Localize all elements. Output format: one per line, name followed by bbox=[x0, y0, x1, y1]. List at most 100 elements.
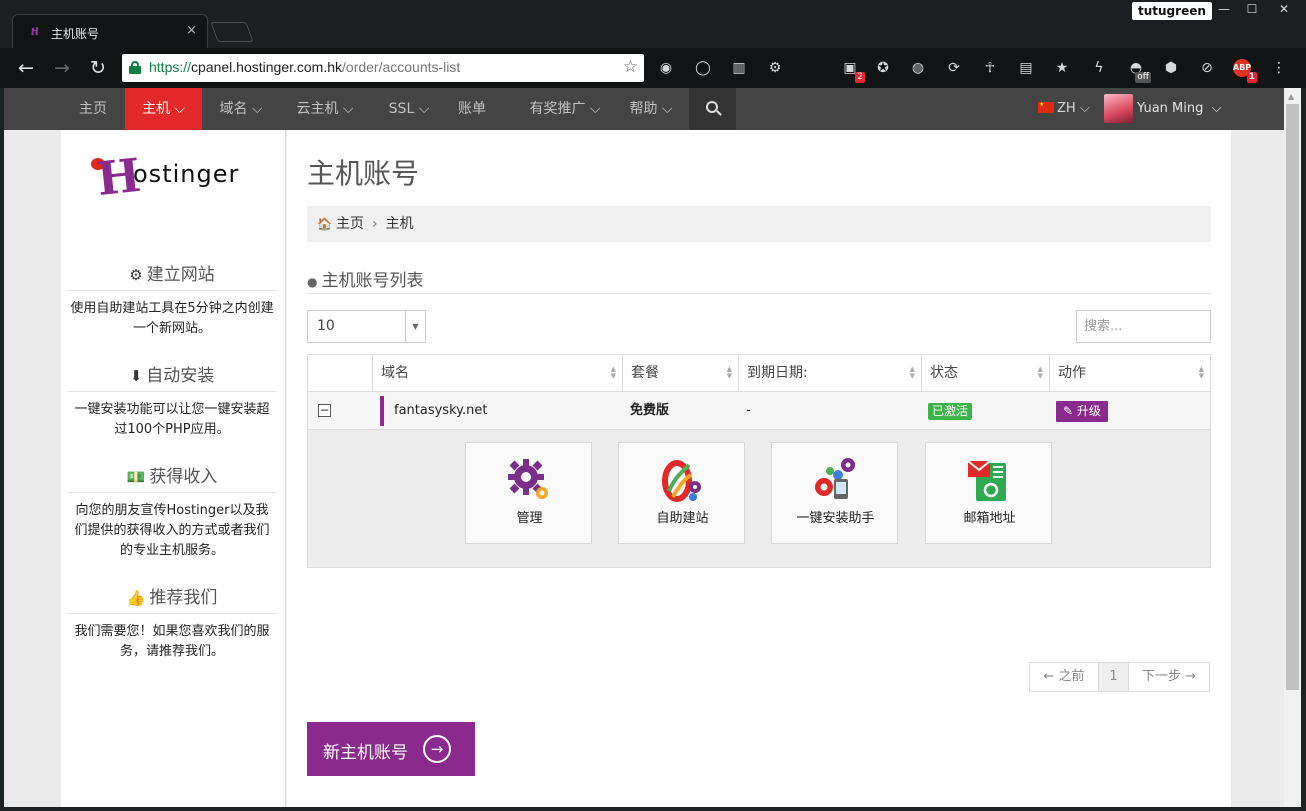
tile-manage[interactable]: 管理 bbox=[465, 442, 592, 544]
forward-icon[interactable]: → bbox=[50, 56, 74, 80]
site-navbar: 主页 主机 ⌵ 域名 ⌵ 云主机 ⌵ SSL ⌵ 账单 有奖推广 ⌵ 帮助 ⌵ … bbox=[4, 88, 1284, 136]
upgrade-button[interactable]: ✎ 升级 bbox=[1056, 401, 1108, 422]
maximize-icon[interactable]: ☐ bbox=[1238, 0, 1266, 20]
minimize-icon[interactable]: — bbox=[1210, 0, 1238, 20]
sidebar-heading: 获得收入 bbox=[149, 467, 218, 487]
main-content: 主机账号 🏠 主页 › 主机 ●主机账号列表 10 ▼ 域名▲▼ 套餐▲▼ 到期日期:… bbox=[287, 130, 1231, 807]
sort-icon: ▲ ▼ bbox=[726, 365, 732, 380]
lightbulb-icon[interactable]: ◍ bbox=[909, 59, 927, 77]
cell-plan: 免费版 bbox=[630, 403, 670, 418]
table-search[interactable] bbox=[1076, 310, 1211, 343]
settings-ext-icon[interactable]: ⚙ bbox=[766, 59, 784, 77]
breadcrumb: 🏠 主页 › 主机 bbox=[307, 206, 1211, 242]
extension-badge: off bbox=[1135, 72, 1151, 83]
nav-home[interactable]: 主页 bbox=[64, 88, 122, 130]
tile-label: 自助建站 bbox=[656, 511, 709, 526]
bolt-icon[interactable]: ϟ bbox=[1090, 59, 1108, 77]
sidebar-block-build-site: ⚙ 建立网站 使用自助建站工具在5分钟之内创建一个新网站。 bbox=[67, 264, 277, 339]
sidebar-block-earn: 💵 获得收入 向您的朋友宣传Hostinger以及我们提供的获得收入的方式或者我们… bbox=[67, 466, 277, 561]
tile-autoinstaller[interactable]: 一键安装助手 bbox=[771, 442, 898, 544]
sidebar-text: 向您的朋友宣传Hostinger以及我们提供的获得收入的方式或者我们的专业主机服… bbox=[74, 503, 270, 558]
notes-icon[interactable]: ▤ bbox=[1017, 59, 1035, 77]
chevron-down-icon: ⌵ bbox=[251, 101, 263, 117]
autoinstaller-icon bbox=[815, 458, 855, 499]
record-icon[interactable]: ◯ bbox=[694, 59, 712, 77]
th-expand bbox=[308, 355, 372, 392]
user-name: Yuan Ming bbox=[1137, 101, 1204, 116]
new-hosting-account-button[interactable]: 新主机账号 → bbox=[307, 722, 475, 776]
adblock-icon[interactable]: ABP 1 bbox=[1233, 59, 1257, 83]
sidebar-heading: 建立网站 bbox=[146, 265, 215, 285]
th-expiry[interactable]: 到期日期: ▲ ▼ bbox=[738, 355, 921, 392]
url-text: https://cpanel.hostinger.com.hk/order/ac… bbox=[149, 59, 461, 75]
sidebar-heading: 自动安装 bbox=[146, 366, 215, 386]
chevron-down-icon: ⌵ bbox=[1211, 101, 1222, 116]
th-status[interactable]: 状态 ▲ ▼ bbox=[921, 355, 1049, 392]
pager-next[interactable]: 下一步 → bbox=[1129, 663, 1209, 691]
language-selector[interactable]: ZH ⌵ bbox=[1038, 88, 1090, 130]
bookmark-star-icon[interactable]: ☆ bbox=[623, 57, 638, 77]
sort-icon: ▲ ▼ bbox=[1198, 365, 1204, 380]
page-scrollbar[interactable]: ▲ bbox=[1284, 88, 1301, 807]
tab-title: 主机账号 bbox=[51, 27, 100, 41]
nav-ssl[interactable]: SSL ⌵ bbox=[376, 88, 442, 130]
address-bar[interactable]: https://cpanel.hostinger.com.hk/order/ac… bbox=[122, 54, 644, 82]
pager-prev[interactable]: ← 之前 bbox=[1030, 663, 1098, 691]
mail-ext-icon[interactable]: ▣ 2 bbox=[841, 59, 865, 83]
row-collapse-toggle[interactable]: − bbox=[318, 404, 331, 417]
color-picker-icon[interactable]: ◉ bbox=[657, 59, 675, 77]
lock-icon bbox=[129, 61, 141, 74]
browser-tab-active[interactable]: ዘ 主机账号 × bbox=[12, 14, 208, 48]
nav-help[interactable]: 帮助 ⌵ bbox=[621, 88, 681, 130]
block-icon[interactable]: ⊘ bbox=[1198, 59, 1216, 77]
proxy-icon[interactable]: ◓ off bbox=[1127, 59, 1151, 83]
tile-site-builder[interactable]: 自助建站 bbox=[618, 442, 745, 544]
row-accent-bar bbox=[380, 396, 384, 426]
tile-email[interactable]: 邮箱地址 bbox=[925, 442, 1052, 544]
profile-badge[interactable]: tutugreen bbox=[1132, 2, 1212, 20]
nav-hosting[interactable]: 主机 ⌵ bbox=[125, 88, 202, 136]
cell-domain: fantasysky.net bbox=[394, 403, 488, 418]
search-input[interactable] bbox=[1077, 311, 1210, 342]
chevron-down-icon: ⌵ bbox=[418, 101, 430, 117]
back-icon[interactable]: ← bbox=[14, 56, 38, 80]
bookmark-star-icon[interactable]: ★ bbox=[1053, 59, 1071, 77]
stats-icon[interactable]: ▥ bbox=[730, 59, 748, 77]
breadcrumb-separator: › bbox=[371, 216, 378, 232]
chevron-down-icon: ⌵ bbox=[661, 101, 673, 117]
pager-page[interactable]: 1 bbox=[1098, 663, 1129, 691]
sidebar-block-auto-install: ⬇ 自动安装 一键安装功能可以让您一键安装超过100个PHP应用。 bbox=[67, 365, 277, 440]
th-plan[interactable]: 套餐 ▲ ▼ bbox=[622, 355, 738, 392]
menu-icon[interactable]: ⋮ bbox=[1270, 59, 1288, 77]
extension-badge: 1 bbox=[1246, 72, 1257, 83]
sidebar-heading: 推荐我们 bbox=[149, 588, 218, 608]
scroll-up-icon[interactable]: ▲ bbox=[1288, 92, 1294, 101]
soccer-icon[interactable]: ✪ bbox=[874, 59, 892, 77]
scroll-thumb[interactable] bbox=[1286, 104, 1299, 690]
nav-domains[interactable]: 域名 ⌵ bbox=[208, 88, 274, 130]
sidebar-text: 一键安装功能可以让您一键安装超过100个PHP应用。 bbox=[74, 402, 270, 437]
page-size-select[interactable]: 10 ▼ bbox=[307, 310, 426, 343]
new-account-label: 新主机账号 bbox=[323, 743, 408, 763]
new-tab-button[interactable] bbox=[210, 22, 254, 42]
close-window-icon[interactable]: ✕ bbox=[1266, 0, 1302, 20]
money-icon: 💵 bbox=[126, 468, 146, 486]
tab-close-icon[interactable]: × bbox=[186, 24, 197, 38]
nav-referral[interactable]: 有奖推广 ⌵ bbox=[512, 88, 618, 130]
hex-icon[interactable]: ⬢ bbox=[1162, 59, 1180, 77]
th-action[interactable]: 动作 ▲ ▼ bbox=[1049, 355, 1210, 392]
breadcrumb-home[interactable]: 主页 bbox=[336, 216, 364, 232]
row-detail-panel: 管理 自助建站 一键安装助手 邮箱地址 bbox=[308, 430, 1210, 567]
nav-billing[interactable]: 账单 bbox=[450, 88, 494, 130]
ankh-icon[interactable]: ☥ bbox=[981, 59, 999, 77]
pagination: ← 之前 1 下一步 → bbox=[1029, 662, 1210, 692]
hostinger-logo[interactable]: H ostinger bbox=[91, 148, 261, 206]
nav-search-button[interactable] bbox=[689, 88, 736, 130]
chevron-down-icon: ⌵ bbox=[174, 101, 186, 117]
nav-cloud[interactable]: 云主机 ⌵ bbox=[284, 88, 366, 130]
th-domain[interactable]: 域名 ▲ ▼ bbox=[372, 355, 622, 392]
accounts-table: 域名 ▲ ▼ 套餐 ▲ ▼ 到期日期: ▲ ▼ 状态 ▲ ▼ 动作 ▲ ▼ − fantasysky… bbox=[307, 354, 1211, 568]
avatar bbox=[1104, 94, 1133, 123]
reload-icon[interactable]: ↻ bbox=[86, 56, 110, 80]
sync-icon[interactable]: ⟳ bbox=[945, 59, 963, 77]
